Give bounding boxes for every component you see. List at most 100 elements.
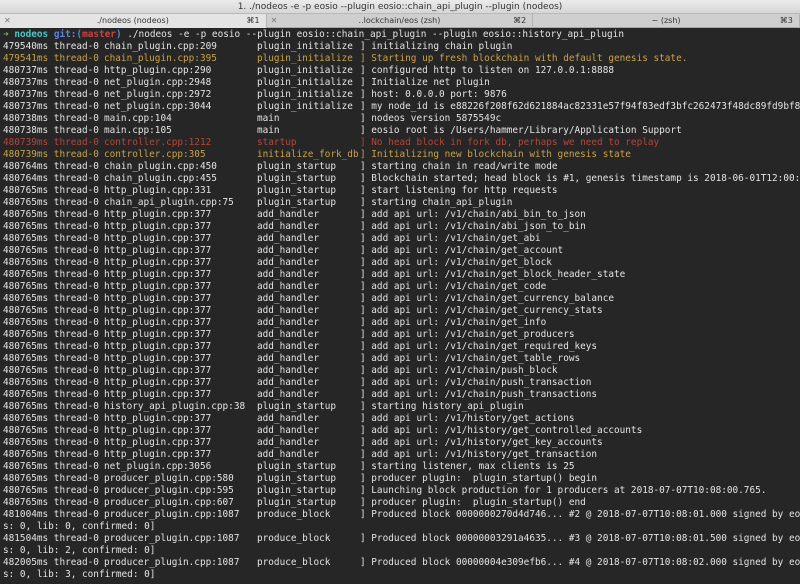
- log-message: ] add api url: /v1/chain/push_block: [360, 365, 558, 376]
- log-source: http_plugin.cpp:377: [104, 305, 212, 316]
- log-message: ] eosio root is /Users/hammer/Library/Ap…: [360, 125, 682, 136]
- log-function: plugin_initialize: [257, 89, 353, 100]
- log-source: chain_plugin.cpp:395: [104, 53, 217, 64]
- log-message: ] add api url: /v1/chain/push_transactio…: [360, 389, 598, 400]
- log-line: 480765ms thread-0 http_plugin.cpp:377 add_…: [3, 377, 800, 389]
- log-function: plugin_initialize: [257, 77, 353, 88]
- log-time: 480765ms thread-0: [3, 341, 99, 352]
- log-source: http_plugin.cpp:377: [104, 293, 212, 304]
- log-function: add_handler: [257, 377, 320, 388]
- log-line: 480765ms thread-0 http_plugin.cpp:377 add_…: [3, 317, 800, 329]
- log-message: ] add api url: /v1/chain/push_transactio…: [360, 377, 592, 388]
- log-source: http_plugin.cpp:377: [104, 341, 212, 352]
- tab-label: ..lockchain/eos (zsh): [358, 16, 441, 25]
- log-time: 480765ms thread-0: [3, 185, 99, 196]
- log-source: http_plugin.cpp:377: [104, 281, 212, 292]
- log-source: http_plugin.cpp:377: [104, 413, 212, 424]
- log-function: plugin_startup: [257, 173, 337, 184]
- close-tab-icon[interactable]: ✕: [271, 14, 278, 28]
- log-function: main: [257, 125, 280, 136]
- log-time: 482005ms thread-0: [3, 557, 99, 568]
- prompt-line: ➜ nodeos git:(master) ./nodeos -e -p eos…: [3, 29, 800, 41]
- log-function: add_handler: [257, 293, 320, 304]
- log-line: 480765ms thread-0 chain_api_plugin.cpp:75…: [3, 197, 800, 209]
- log-line: 482005ms thread-0 producer_plugin.cpp:108…: [3, 557, 800, 569]
- log-function: plugin_startup: [257, 161, 337, 172]
- log-source: chain_plugin.cpp:455: [104, 173, 217, 184]
- log-message: ] starting chain_api_plugin: [360, 197, 513, 208]
- log-line: 480765ms thread-0 http_plugin.cpp:377 add_…: [3, 305, 800, 317]
- log-source: producer_plugin.cpp:1087: [104, 533, 240, 544]
- prompt-command: ./nodeos -e -p eosio --plugin eosio::cha…: [127, 29, 624, 40]
- log-message: ] starting history_api_plugin: [360, 401, 524, 412]
- tab-shortcut: ⌘1: [246, 16, 260, 25]
- log-function: plugin_initialize: [257, 53, 353, 64]
- log-function: add_handler: [257, 269, 320, 280]
- log-source: net_plugin.cpp:2948: [104, 77, 212, 88]
- close-tab-icon[interactable]: ✕: [4, 14, 11, 28]
- log-function: plugin_startup: [257, 401, 337, 412]
- log-function: plugin_startup: [257, 497, 337, 508]
- log-source: http_plugin.cpp:290: [104, 65, 212, 76]
- tab-shortcut: ⌘2: [513, 16, 527, 25]
- tab-2[interactable]: ✕ ..lockchain/eos (zsh) ⌘2: [267, 14, 534, 28]
- log-source: chain_plugin.cpp:209: [104, 41, 217, 52]
- log-line: 480738ms thread-0 main.cpp:105 main] eosio…: [3, 125, 800, 137]
- log-message: ] host: 0.0.0.0 port: 9876: [360, 89, 507, 100]
- log-line: 480764ms thread-0 chain_plugin.cpp:455 plu…: [3, 173, 800, 185]
- log-time: 480765ms thread-0: [3, 209, 99, 220]
- tab-1[interactable]: ✕ ./nodeos (nodeos) ⌘1: [0, 14, 267, 28]
- log-message: ] add api url: /v1/chain/get_table_rows: [360, 353, 581, 364]
- log-line: 480765ms thread-0 http_plugin.cpp:377 add_…: [3, 353, 800, 365]
- log-time: 480765ms thread-0: [3, 389, 99, 400]
- log-function: add_handler: [257, 353, 320, 364]
- log-time: 480765ms thread-0: [3, 221, 99, 232]
- log-message: ] Produced block 0000000270d4d746... #2 …: [360, 509, 800, 520]
- log-time: 480739ms thread-0: [3, 149, 99, 160]
- log-time: 481004ms thread-0: [3, 509, 99, 520]
- log-time: 480765ms thread-0: [3, 497, 99, 508]
- log-message: ] add api url: /v1/chain/get_currency_st…: [360, 305, 603, 316]
- log-time: 480765ms thread-0: [3, 473, 99, 484]
- log-line: 480765ms thread-0 http_plugin.cpp:377 add_…: [3, 269, 800, 281]
- log-time: 480765ms thread-0: [3, 401, 99, 412]
- log-line: 480738ms thread-0 main.cpp:104 main] nodeo…: [3, 113, 800, 125]
- log-source: main.cpp:104: [104, 113, 172, 124]
- log-message: ] add api url: /v1/chain/get_producers: [360, 329, 575, 340]
- log-time: 480765ms thread-0: [3, 461, 99, 472]
- log-message: ] Initializing new blockchain with genes…: [360, 149, 631, 160]
- log-time: 480765ms thread-0: [3, 449, 99, 460]
- tab-bar: ✕ ./nodeos (nodeos) ⌘1 ✕ ..lockchain/eos (zs…: [0, 14, 800, 28]
- log-message: ] Launching block production for 1 produ…: [360, 485, 767, 496]
- log-source: http_plugin.cpp:377: [104, 257, 212, 268]
- log-source: producer_plugin.cpp:1087: [104, 557, 240, 568]
- log-source: net_plugin.cpp:3044: [104, 101, 212, 112]
- log-message: ] add api url: /v1/chain/get_info: [360, 317, 547, 328]
- log-time: 480764ms thread-0: [3, 173, 99, 184]
- log-time: 480765ms thread-0: [3, 197, 99, 208]
- log-continuation: s: 0, lib: 2, confirmed: 0]: [3, 545, 156, 556]
- log-function: add_handler: [257, 389, 320, 400]
- log-message: ] add api url: /v1/chain/get_account: [360, 245, 564, 256]
- log-function: add_handler: [257, 281, 320, 292]
- log-source: http_plugin.cpp:377: [104, 269, 212, 280]
- log-function: produce_block: [257, 509, 331, 520]
- log-line: 480765ms thread-0 http_plugin.cpp:377 add_…: [3, 233, 800, 245]
- prompt-branch: master: [82, 29, 116, 40]
- log-message: ] nodeos version 5875549c: [360, 113, 502, 124]
- log-message: ] starting chain in read/write mode: [360, 161, 558, 172]
- terminal-output[interactable]: ➜ nodeos git:(master) ./nodeos -e -p eos…: [3, 29, 800, 584]
- log-time: 480739ms thread-0: [3, 137, 99, 148]
- log-line: 480765ms thread-0 http_plugin.cpp:377 add_…: [3, 293, 800, 305]
- log-source: http_plugin.cpp:377: [104, 377, 212, 388]
- log-function: add_handler: [257, 233, 320, 244]
- log-source: producer_plugin.cpp:580: [104, 473, 234, 484]
- log-function: add_handler: [257, 413, 320, 424]
- tab-3[interactable]: ~ (zsh) ⌘3: [533, 14, 800, 28]
- log-line: s: 0, lib: 3, confirmed: 0]: [3, 569, 800, 581]
- log-function: add_handler: [257, 209, 320, 220]
- log-time: 480737ms thread-0: [3, 77, 99, 88]
- log-time: 480765ms thread-0: [3, 257, 99, 268]
- log-line: 479540ms thread-0 chain_plugin.cpp:209 plu…: [3, 41, 800, 53]
- log-line: 479541ms thread-0 chain_plugin.cpp:395 plu…: [3, 53, 800, 65]
